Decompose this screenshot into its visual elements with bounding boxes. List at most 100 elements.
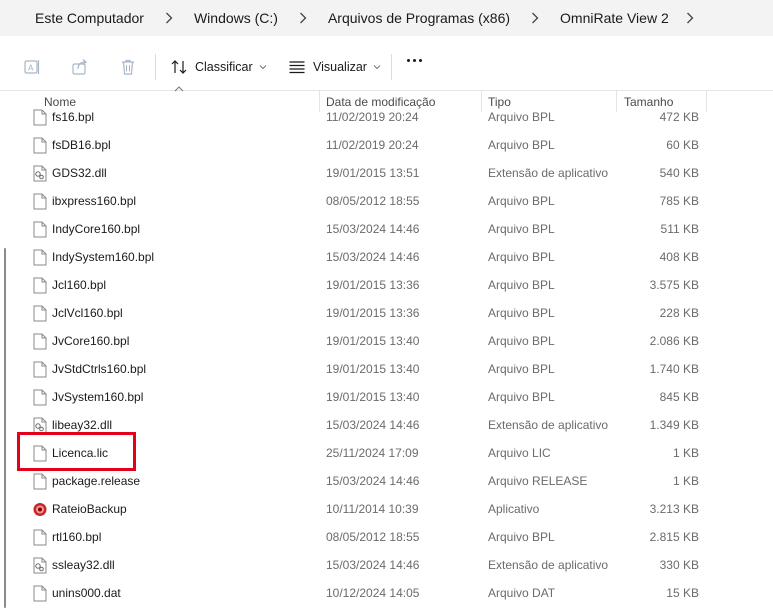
breadcrumb: Este Computador Windows (C:) Arquivos de… xyxy=(0,0,773,36)
file-date: 10/11/2014 10:39 xyxy=(326,502,419,516)
file-icon xyxy=(33,305,47,322)
file-type: Arquivo BPL xyxy=(488,362,555,376)
file-icon xyxy=(33,361,47,378)
view-button[interactable]: Visualizar xyxy=(288,57,381,77)
file-name: package.release xyxy=(52,474,141,488)
file-date: 15/03/2024 14:46 xyxy=(326,222,420,236)
file-row[interactable]: ibxpress160.bpl 08/05/2012 18:55 Arquivo… xyxy=(0,187,773,215)
file-size: 472 KB xyxy=(659,110,699,124)
file-row[interactable]: RateioBackup 10/11/2014 10:39 Aplicativo… xyxy=(0,495,773,523)
dll-icon xyxy=(33,165,47,182)
chevron-right-icon[interactable] xyxy=(675,12,705,24)
file-name: fs16.bpl xyxy=(52,110,95,124)
file-type: Extensão de aplicativo xyxy=(488,166,609,180)
file-row[interactable]: GDS32.dll 19/01/2015 13:51 Extensão de a… xyxy=(0,159,773,187)
file-date: 19/01/2015 13:51 xyxy=(326,166,420,180)
file-icon xyxy=(33,221,47,238)
file-row[interactable]: JvSystem160.bpl 19/01/2015 13:40 Arquivo… xyxy=(0,383,773,411)
file-date: 08/05/2012 18:55 xyxy=(326,194,420,208)
file-type: Arquivo BPL xyxy=(488,222,555,236)
file-icon xyxy=(33,109,47,126)
highlight-box-licenca xyxy=(17,432,136,471)
file-type: Arquivo BPL xyxy=(488,334,555,348)
file-type: Arquivo BPL xyxy=(488,306,555,320)
file-name: ibxpress160.bpl xyxy=(52,194,137,208)
file-size: 2.086 KB xyxy=(649,334,699,348)
chevron-right-icon[interactable] xyxy=(150,12,188,24)
file-name: JvCore160.bpl xyxy=(52,334,130,348)
file-row[interactable]: fsDB16.bpl 11/02/2019 20:24 Arquivo BPL … xyxy=(0,131,773,159)
view-label: Visualizar xyxy=(313,60,367,74)
file-icon xyxy=(33,529,47,546)
file-date: 19/01/2015 13:40 xyxy=(326,334,420,348)
file-size: 1 KB xyxy=(672,446,699,460)
file-date: 15/03/2024 14:46 xyxy=(326,250,420,264)
delete-icon[interactable] xyxy=(118,57,138,77)
breadcrumb-item-arquivos-de-programas[interactable]: Arquivos de Programas (x86) xyxy=(322,10,516,26)
file-date: 08/05/2012 18:55 xyxy=(326,530,420,544)
file-row[interactable]: unins000.dat 10/12/2024 14:05 Arquivo DA… xyxy=(0,579,773,607)
file-name: Jcl160.bpl xyxy=(52,278,107,292)
file-type: Arquivo BPL xyxy=(488,110,555,124)
file-row[interactable]: rtl160.bpl 08/05/2012 18:55 Arquivo BPL … xyxy=(0,523,773,551)
file-row[interactable]: Jcl160.bpl 19/01/2015 13:36 Arquivo BPL … xyxy=(0,271,773,299)
column-header-name[interactable]: Nome xyxy=(44,95,76,109)
breadcrumb-item-omnirate-view[interactable]: OmniRate View 2 xyxy=(554,10,675,26)
file-type: Arquivo LIC xyxy=(488,446,551,460)
file-type: Extensão de aplicativo xyxy=(488,418,609,432)
file-date: 19/01/2015 13:40 xyxy=(326,362,420,376)
file-size: 3.213 KB xyxy=(649,502,699,516)
breadcrumb-item-windows-c[interactable]: Windows (C:) xyxy=(188,10,284,26)
chevron-down-icon xyxy=(373,65,381,70)
file-type: Arquivo BPL xyxy=(488,530,555,544)
file-type: Arquivo BPL xyxy=(488,250,555,264)
file-icon xyxy=(33,277,47,294)
file-size: 845 KB xyxy=(659,390,699,404)
file-row[interactable]: package.release 15/03/2024 14:46 Arquivo… xyxy=(0,467,773,495)
sort-label: Classificar xyxy=(195,60,253,74)
column-header-date[interactable]: Data de modificação xyxy=(326,95,435,109)
file-name: JclVcl160.bpl xyxy=(52,306,123,320)
file-date: 11/02/2019 20:24 xyxy=(326,138,419,152)
file-icon xyxy=(33,389,47,406)
file-date: 25/11/2024 17:09 xyxy=(326,446,419,460)
vertical-scrollbar[interactable] xyxy=(4,248,6,608)
file-row[interactable]: fs16.bpl 11/02/2019 20:24 Arquivo BPL 47… xyxy=(0,108,773,131)
file-date: 11/02/2019 20:24 xyxy=(326,110,419,124)
chevron-down-icon xyxy=(259,65,267,70)
file-name: RateioBackup xyxy=(52,502,127,516)
chevron-right-icon[interactable] xyxy=(516,12,554,24)
sort-icon xyxy=(171,60,187,74)
svg-text:A: A xyxy=(28,64,34,73)
file-size: 785 KB xyxy=(659,194,699,208)
chevron-right-icon[interactable] xyxy=(284,12,322,24)
more-icon[interactable] xyxy=(407,59,422,62)
breadcrumb-item-este-computador[interactable]: Este Computador xyxy=(0,10,150,26)
rename-icon[interactable]: A xyxy=(22,57,42,77)
column-header-type[interactable]: Tipo xyxy=(488,95,511,109)
toolbar-divider xyxy=(155,54,156,80)
file-name: rtl160.bpl xyxy=(52,530,102,544)
file-type: Arquivo BPL xyxy=(488,138,555,152)
file-name: libeay32.dll xyxy=(52,418,113,432)
file-size: 540 KB xyxy=(659,166,699,180)
file-type: Aplicativo xyxy=(488,502,540,516)
view-icon xyxy=(289,61,305,74)
file-name: unins000.dat xyxy=(52,586,121,600)
file-row[interactable]: IndyCore160.bpl 15/03/2024 14:46 Arquivo… xyxy=(0,215,773,243)
file-row[interactable]: JclVcl160.bpl 19/01/2015 13:36 Arquivo B… xyxy=(0,299,773,327)
file-type: Arquivo BPL xyxy=(488,390,555,404)
file-name: IndyCore160.bpl xyxy=(52,222,141,236)
file-row[interactable]: ssleay32.dll 15/03/2024 14:46 Extensão d… xyxy=(0,551,773,579)
share-icon[interactable] xyxy=(70,57,90,77)
column-header-size[interactable]: Tamanho xyxy=(624,95,673,109)
file-row[interactable]: IndySystem160.bpl 15/03/2024 14:46 Arqui… xyxy=(0,243,773,271)
file-row[interactable]: JvStdCtrls160.bpl 19/01/2015 13:40 Arqui… xyxy=(0,355,773,383)
sort-button[interactable]: Classificar xyxy=(170,57,267,77)
file-name: JvStdCtrls160.bpl xyxy=(52,362,147,376)
file-date: 19/01/2015 13:36 xyxy=(326,306,420,320)
file-row[interactable]: JvCore160.bpl 19/01/2015 13:40 Arquivo B… xyxy=(0,327,773,355)
sort-ascending-icon xyxy=(174,86,184,92)
file-icon xyxy=(33,137,47,154)
file-size: 15 KB xyxy=(666,586,699,600)
